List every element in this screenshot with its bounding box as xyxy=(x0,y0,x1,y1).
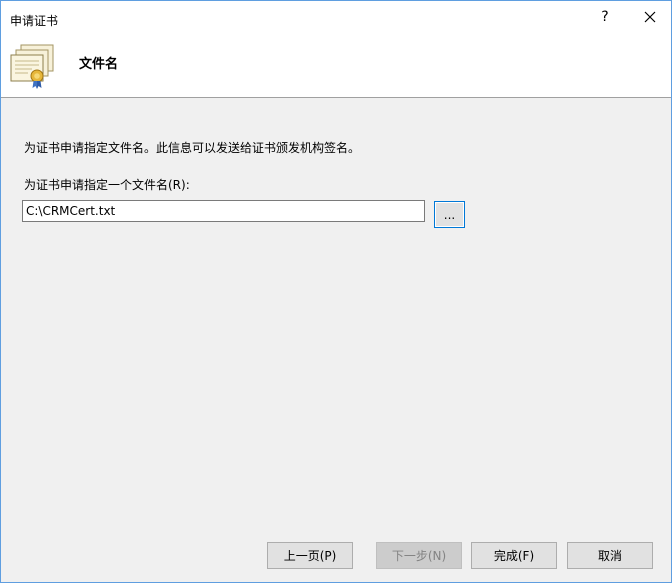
window-title: 申请证书 xyxy=(10,14,59,28)
finish-button[interactable]: 完成(F) xyxy=(471,542,557,569)
back-button[interactable]: 上一页(P) xyxy=(267,542,353,569)
certificate-request-dialog: 申请证书 ? 文件名 为证书申请指定文件名。此信息可以发送给证书颁发机构签名。 … xyxy=(0,0,672,583)
certificate-icon xyxy=(10,44,54,89)
browse-button[interactable]: ... xyxy=(434,201,465,228)
wizard-footer: 上一页(P) 下一步(N) 完成(F) 取消 xyxy=(1,534,671,582)
page-heading: 文件名 xyxy=(79,57,119,72)
filename-input[interactable] xyxy=(22,200,425,222)
filename-label: 为证书申请指定一个文件名(R): xyxy=(24,178,190,192)
description-text: 为证书申请指定文件名。此信息可以发送给证书颁发机构签名。 xyxy=(24,141,361,155)
close-icon[interactable] xyxy=(641,8,659,26)
wizard-header: 文件名 xyxy=(1,34,671,98)
cancel-button[interactable]: 取消 xyxy=(567,542,653,569)
title-bar: 申请证书 ? xyxy=(1,1,671,34)
next-button: 下一步(N) xyxy=(376,542,462,569)
help-button[interactable]: ? xyxy=(597,9,613,25)
